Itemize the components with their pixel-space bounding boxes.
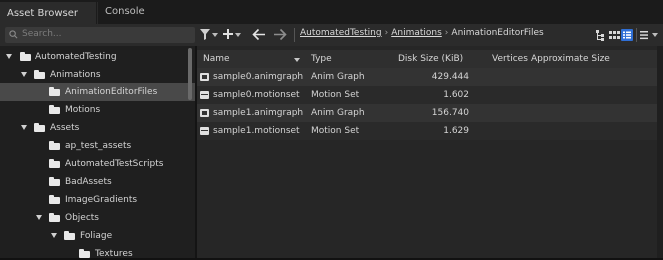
tab-console-label: Console xyxy=(105,6,145,17)
folder-icon xyxy=(49,141,60,150)
filter-dropdown-chevron-icon[interactable] xyxy=(212,33,218,37)
tree-item-label: Assets xyxy=(50,123,80,133)
file-name: sample1.motionset xyxy=(213,126,300,136)
forward-arrow-icon[interactable] xyxy=(273,28,287,41)
file-type: Motion Set xyxy=(311,90,360,100)
file-size: 156.740 xyxy=(431,108,469,118)
column-header-disk-size[interactable]: Disk Size (KiB) xyxy=(398,54,463,64)
table-row[interactable]: sample0.animgraph Anim Graph 429.444 xyxy=(197,68,657,86)
file-name: sample1.animgraph xyxy=(213,108,304,118)
breadcrumb-item-current: AnimationEditorFiles xyxy=(451,28,544,38)
tree-item-animations[interactable]: Animations xyxy=(0,66,195,84)
file-type: Motion Set xyxy=(311,126,360,136)
tree-view-icon[interactable] xyxy=(594,28,608,42)
folder-icon xyxy=(20,52,31,61)
column-header-vertices[interactable]: Vertices xyxy=(492,54,528,64)
breadcrumb-item-automatedtesting[interactable]: AutomatedTesting xyxy=(300,28,382,38)
tab-asset-browser[interactable]: Asset Browser xyxy=(0,2,96,24)
tree-item-automatedtesting[interactable]: AutomatedTesting xyxy=(0,48,195,66)
list-view-icon[interactable] xyxy=(620,28,634,42)
folder-icon xyxy=(34,123,45,132)
add-dropdown-chevron-icon[interactable] xyxy=(235,33,241,37)
tab-asset-browser-label: Asset Browser xyxy=(7,8,79,19)
tree-item-textures[interactable]: Textures xyxy=(0,245,195,258)
file-type: Anim Graph xyxy=(311,108,365,118)
column-header-name[interactable]: Name xyxy=(203,54,230,64)
folder-icon xyxy=(49,159,60,168)
tree-item-label: Motions xyxy=(65,105,101,115)
tree-item-automatedtestscripts[interactable]: AutomatedTestScripts xyxy=(0,155,195,173)
column-header-type[interactable]: Type xyxy=(311,54,332,64)
expand-caret-icon[interactable] xyxy=(21,125,27,130)
animgraph-icon xyxy=(200,73,209,81)
menu-icon[interactable] xyxy=(639,28,653,42)
tree-item-foliage[interactable]: Foliage xyxy=(0,227,195,245)
breadcrumb: AutomatedTesting › Animations › AnimationEdi… xyxy=(300,28,544,42)
breadcrumb-separator: › xyxy=(444,28,449,38)
tree-item-assets[interactable]: Assets xyxy=(0,119,195,137)
tree-item-label: Textures xyxy=(95,249,133,258)
tab-bar: Asset Browser Console xyxy=(0,0,663,24)
tree-item-imagegradients[interactable]: ImageGradients xyxy=(0,191,195,209)
tree-item-label: Objects xyxy=(65,213,100,223)
table-row[interactable]: sample0.motionset Motion Set 1.602 xyxy=(197,86,657,104)
breadcrumb-separator: › xyxy=(384,28,389,38)
folder-icon xyxy=(49,195,60,204)
search-placeholder: Search... xyxy=(22,29,62,39)
toolbar-divider xyxy=(294,28,295,42)
tree-item-label: AutomatedTesting xyxy=(35,52,117,62)
add-icon[interactable] xyxy=(223,29,233,39)
sort-chevron-icon[interactable] xyxy=(294,58,300,62)
tree-item-objects[interactable]: Objects xyxy=(0,209,195,227)
file-size: 1.629 xyxy=(443,126,469,136)
grid-view-icon[interactable] xyxy=(607,28,621,42)
motionset-icon xyxy=(200,91,209,99)
table-row[interactable]: sample1.animgraph Anim Graph 156.740 xyxy=(197,104,657,122)
folder-icon xyxy=(49,177,60,186)
tree-item-label: BadAssets xyxy=(65,177,112,187)
search-input[interactable]: Search... xyxy=(5,27,195,43)
folder-icon xyxy=(49,213,60,222)
tree-item-label: Foliage xyxy=(80,231,113,241)
tree-item-label: Animations xyxy=(50,70,101,80)
tree-item-animationeditorfiles[interactable]: AnimationEditorFiles xyxy=(0,83,195,101)
tree-item-label: AutomatedTestScripts xyxy=(65,159,164,169)
search-icon xyxy=(9,30,18,39)
motionset-icon xyxy=(200,127,209,135)
tab-console[interactable]: Console xyxy=(97,2,169,24)
table-scrollbar-track[interactable] xyxy=(657,46,663,258)
tree-item-motions[interactable]: Motions xyxy=(0,101,195,119)
file-size: 1.602 xyxy=(443,90,469,100)
column-header-approximate-size[interactable]: Approximate Size xyxy=(531,54,610,64)
folder-tree: AutomatedTesting Animations AnimationEdi… xyxy=(0,46,196,258)
tree-item-label: AnimationEditorFiles xyxy=(65,87,158,97)
folder-icon xyxy=(64,231,75,240)
breadcrumb-item-animations[interactable]: Animations xyxy=(391,28,442,38)
table-header: Name Type Disk Size (KiB) Vertices Appro… xyxy=(197,50,657,68)
tree-item-ap-test-assets[interactable]: ap_test_assets xyxy=(0,137,195,155)
table-row[interactable]: sample1.motionset Motion Set 1.629 xyxy=(197,122,657,140)
file-type: Anim Graph xyxy=(311,72,365,82)
file-name: sample0.motionset xyxy=(213,90,300,100)
expand-caret-icon[interactable] xyxy=(21,72,27,77)
tree-item-label: ImageGradients xyxy=(65,195,138,205)
folder-icon xyxy=(49,87,60,96)
tree-item-label: ap_test_assets xyxy=(65,141,132,151)
expand-caret-icon[interactable] xyxy=(51,233,57,238)
folder-icon xyxy=(79,249,90,258)
filter-icon[interactable] xyxy=(200,29,210,40)
folder-icon xyxy=(49,105,60,114)
tree-item-badassets[interactable]: BadAssets xyxy=(0,173,195,191)
file-size: 429.444 xyxy=(431,72,469,82)
back-arrow-icon[interactable] xyxy=(252,28,266,41)
folder-icon xyxy=(34,70,45,79)
menu-dropdown-chevron-icon[interactable] xyxy=(652,33,658,37)
toolbar-divider xyxy=(636,28,637,42)
expand-caret-icon[interactable] xyxy=(6,54,12,59)
file-name: sample0.animgraph xyxy=(213,72,304,82)
animgraph-icon xyxy=(200,109,209,117)
expand-caret-icon[interactable] xyxy=(36,215,42,220)
tree-scrollbar[interactable] xyxy=(188,48,192,100)
